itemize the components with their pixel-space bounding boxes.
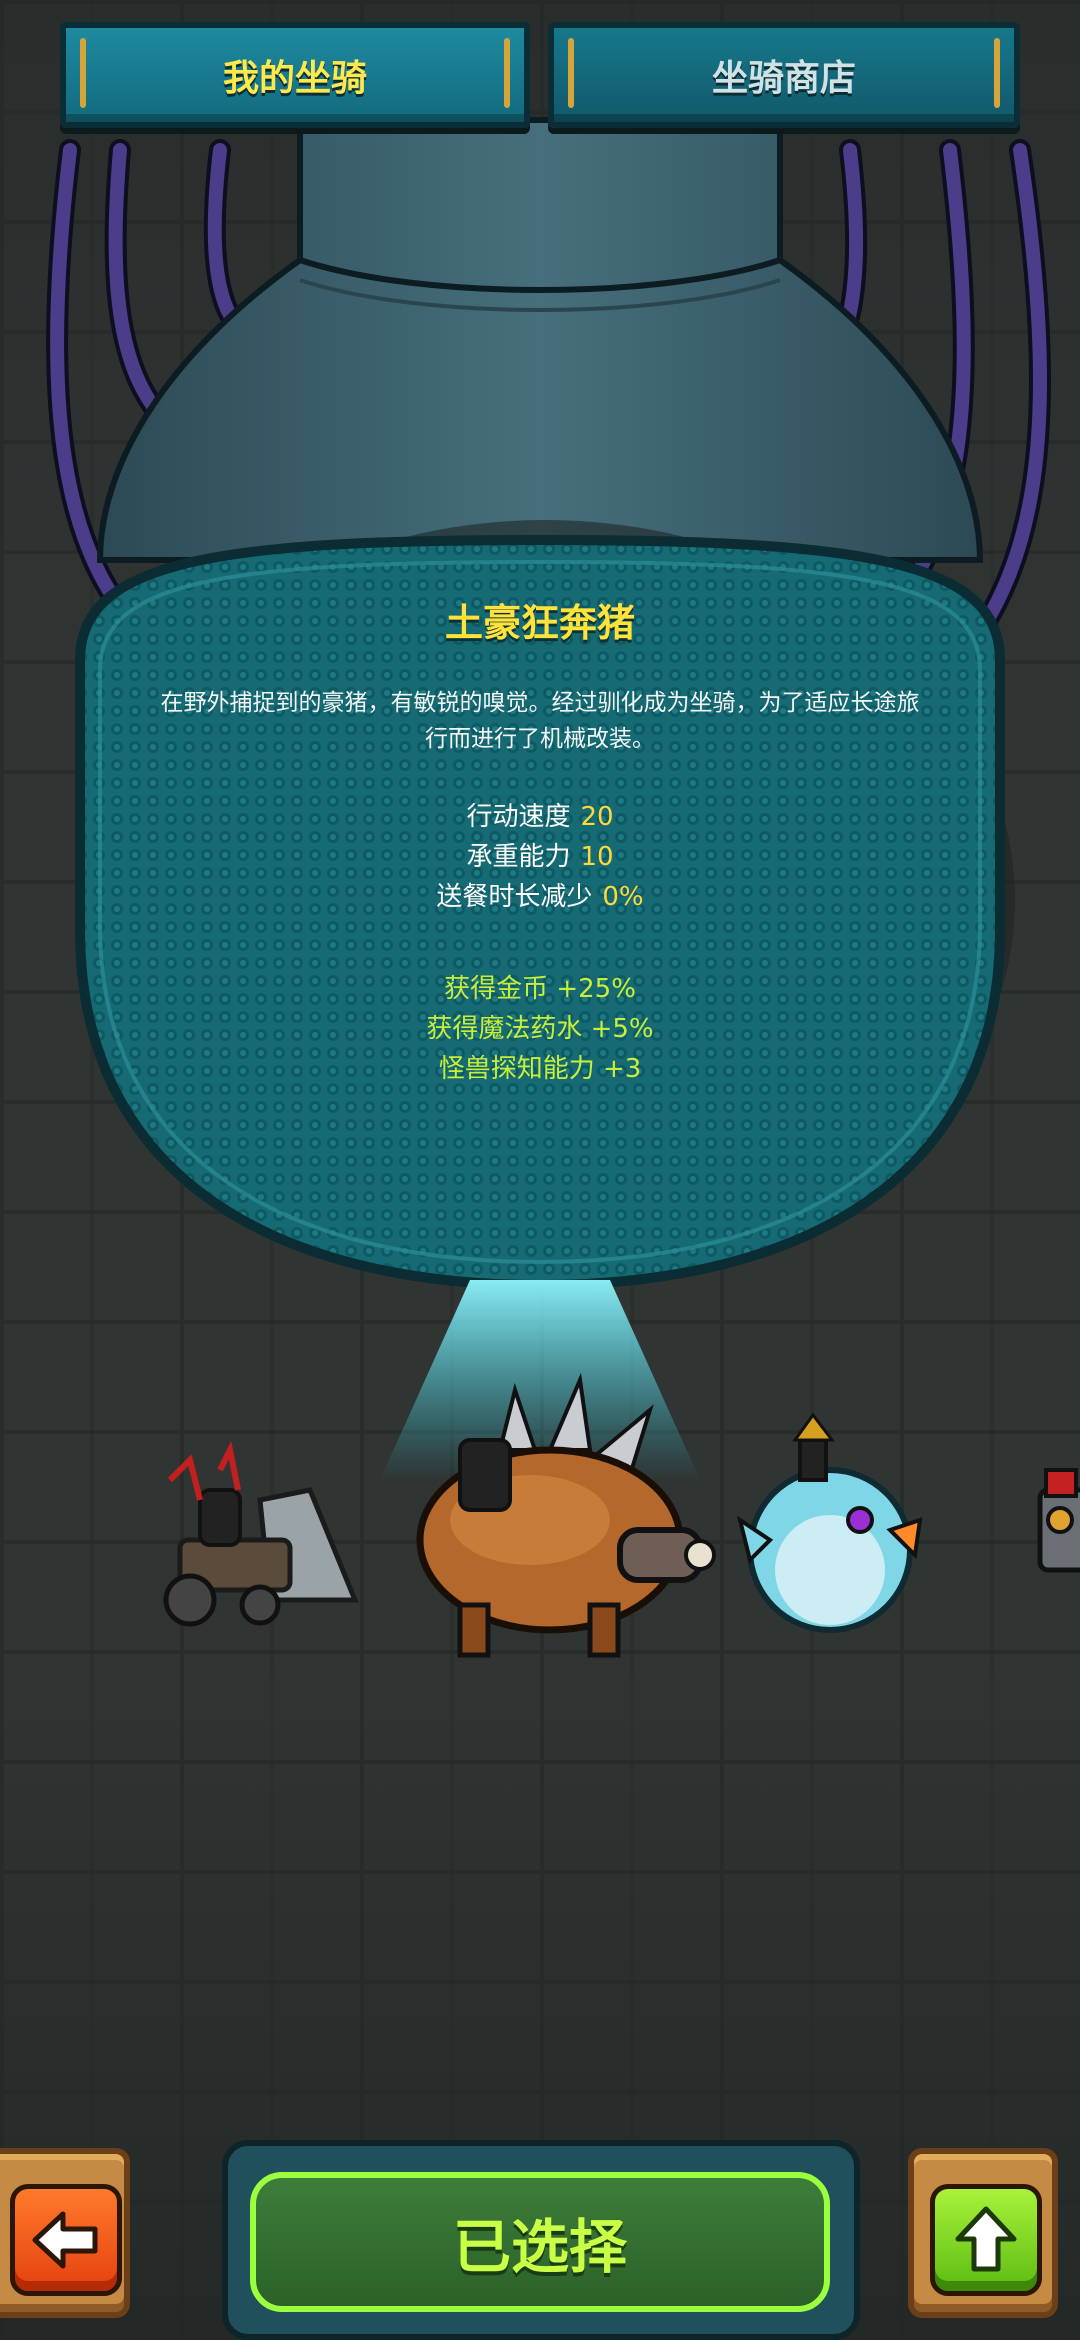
mount-description: 在野外捕捉到的豪猪，有敏锐的嗅觉。经过驯化成为坐骑，为了适应长途旅行而进行了机械… bbox=[160, 690, 920, 752]
tab-mount-shop-label: 坐骑商店 bbox=[711, 58, 856, 99]
tab-pin-right bbox=[504, 38, 510, 108]
stat-value: 0% bbox=[602, 882, 644, 912]
bonus-potion: 获得魔法药水 +5% bbox=[426, 1014, 654, 1044]
tab-mount-shop[interactable]: 坐骑商店 bbox=[548, 22, 1020, 128]
tab-pin-left bbox=[80, 38, 86, 108]
bonus-gold: 获得金币 +25% bbox=[444, 974, 636, 1004]
stat-label: 承重能力 bbox=[466, 842, 571, 872]
mount-name: 土豪狂奔猪 bbox=[444, 601, 635, 645]
stat-value: 20 bbox=[580, 802, 614, 832]
select-button-frame: 已选择 bbox=[222, 2140, 860, 2340]
mount-stats: 行动速度 20 承重能力 10 送餐时长减少 0% bbox=[90, 797, 990, 917]
up-button-frame bbox=[908, 2148, 1058, 2318]
stat-delivery-time: 送餐时长减少 0% bbox=[90, 877, 990, 917]
pufferfish-mount bbox=[736, 1412, 923, 1633]
back-button[interactable] bbox=[10, 2184, 122, 2296]
tab-pin-left bbox=[568, 38, 574, 108]
arrow-up-icon bbox=[955, 2206, 1017, 2272]
mount-bonuses: 获得金币 +25% 获得魔法药水 +5% 怪兽探知能力 +3 bbox=[90, 969, 990, 1089]
stat-speed: 行动速度 20 bbox=[90, 797, 990, 837]
stat-value: 10 bbox=[580, 842, 614, 872]
back-button-frame bbox=[0, 2148, 130, 2318]
stat-label: 送餐时长减少 bbox=[436, 882, 593, 912]
mount-display-machine bbox=[46, 117, 1080, 1658]
drill-kart-mount bbox=[163, 1440, 359, 1627]
tab-my-mounts-label: 我的坐骑 bbox=[222, 58, 367, 99]
stat-label: 行动速度 bbox=[466, 802, 571, 832]
tab-my-mounts[interactable]: 我的坐骑 bbox=[60, 22, 530, 128]
game-scene: 我的坐骑 坐骑商店 土豪狂奔猪 在野外捕捉到的豪猪，有敏锐的嗅觉。经过驯化成为坐… bbox=[0, 0, 1080, 2340]
bonus-monster-detect: 怪兽探知能力 +3 bbox=[438, 1054, 642, 1084]
upgrade-button[interactable] bbox=[930, 2184, 1042, 2296]
arrow-left-icon bbox=[32, 2211, 98, 2269]
stat-capacity: 承重能力 10 bbox=[90, 837, 990, 877]
mount-info: 土豪狂奔猪 在野外捕捉到的豪猪，有敏锐的嗅觉。经过驯化成为坐骑，为了适应长途旅行… bbox=[90, 580, 990, 1089]
tab-pin-right bbox=[994, 38, 1000, 108]
mech-mount-partial bbox=[1037, 1468, 1080, 1573]
selected-button[interactable]: 已选择 bbox=[250, 2172, 830, 2312]
